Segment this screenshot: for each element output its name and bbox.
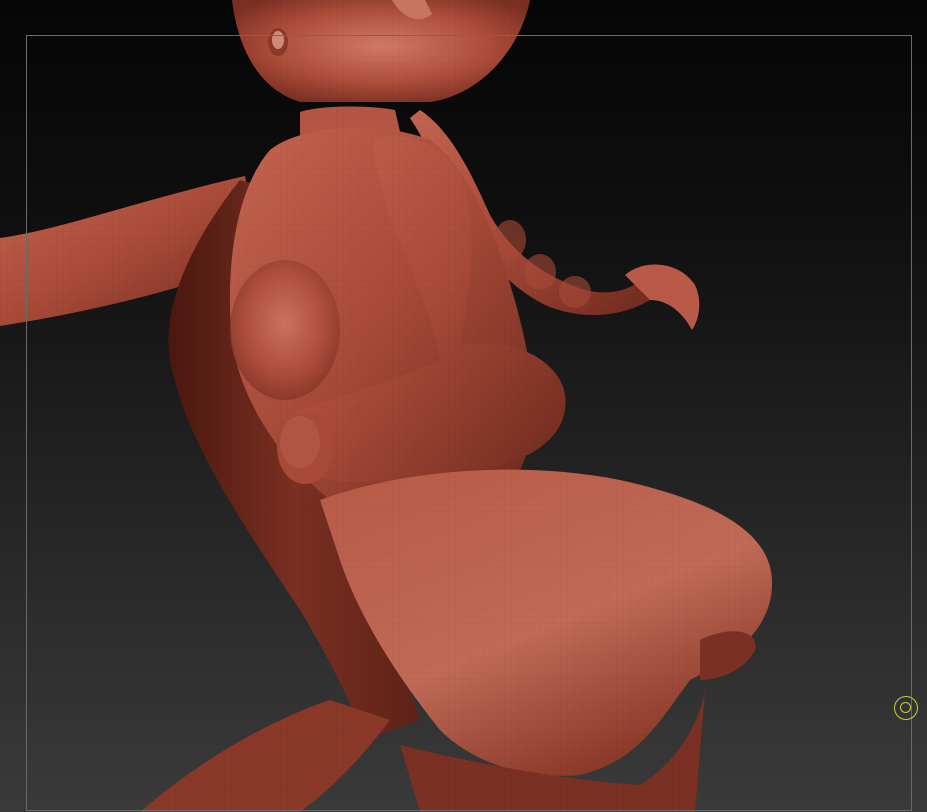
brush-cursor-icon	[894, 696, 918, 720]
sculpt-model[interactable]	[0, 0, 927, 812]
canvas-viewport[interactable]	[0, 0, 927, 812]
brush-cursor-inner	[900, 702, 911, 713]
head-shape	[232, 0, 530, 102]
